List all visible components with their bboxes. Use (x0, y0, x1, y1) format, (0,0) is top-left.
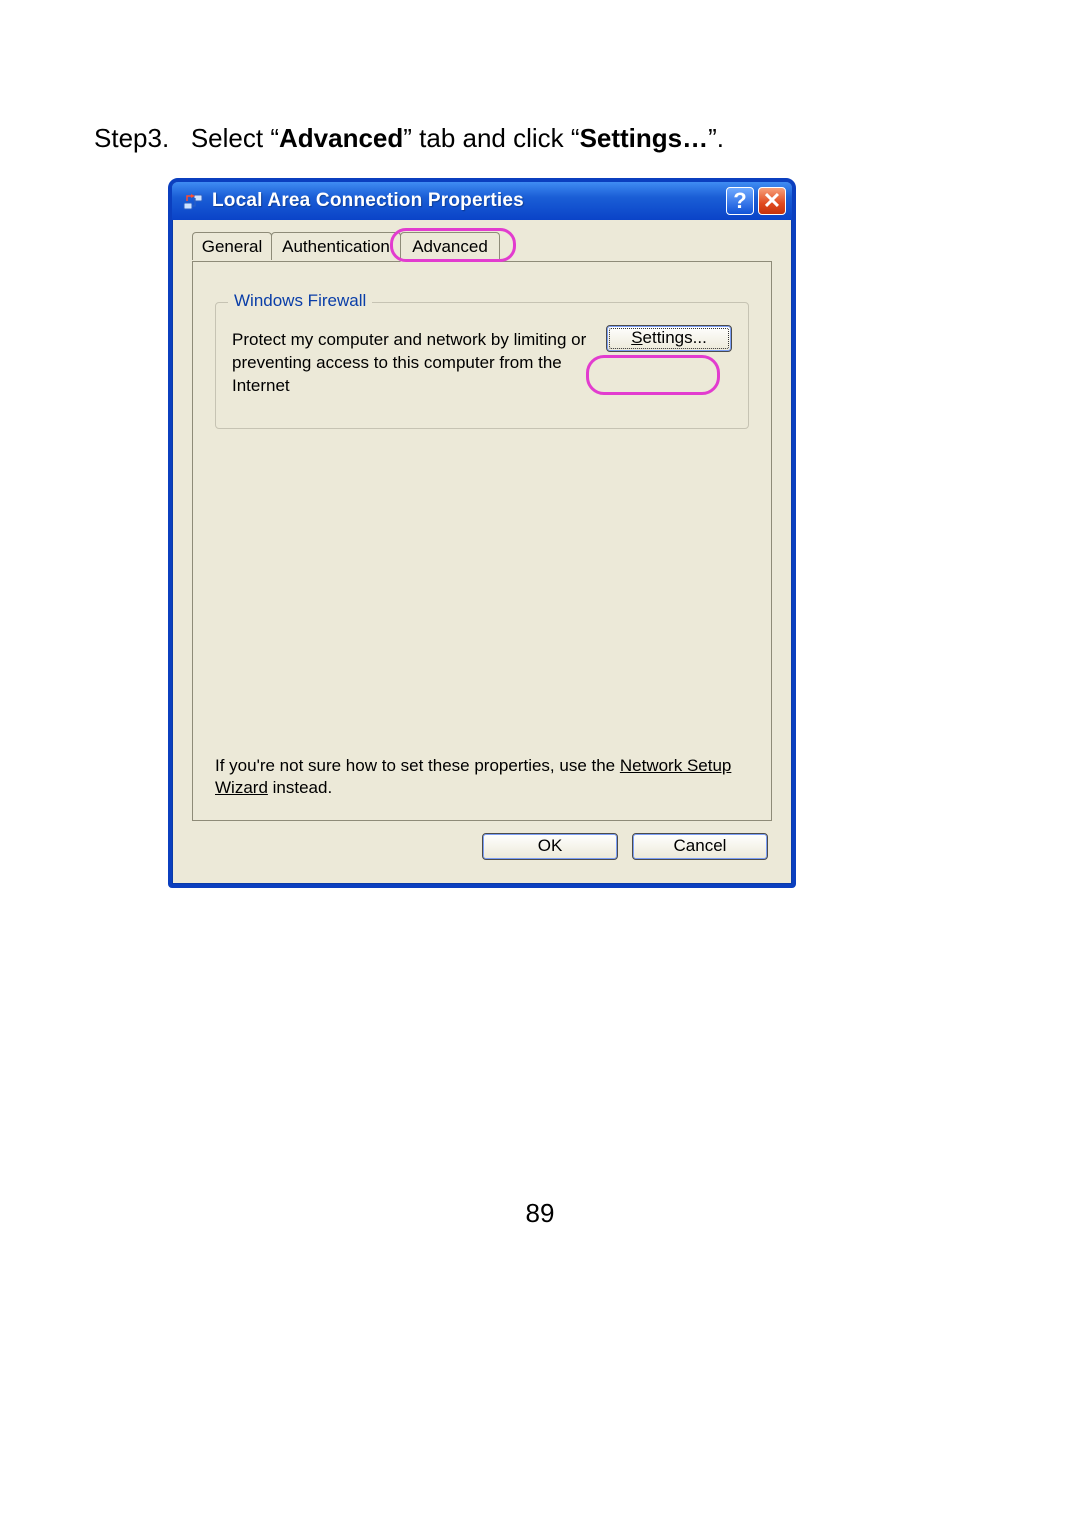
tab-general[interactable]: General (192, 232, 272, 260)
tab-panel-advanced: Windows Firewall Protect my computer and… (192, 261, 772, 821)
groupbox-legend: Windows Firewall (228, 291, 372, 311)
help-button[interactable]: ? (726, 187, 754, 215)
instruction-step: Step3. Select “Advanced” tab and click “… (94, 120, 990, 156)
step-prefix: Step3. (94, 123, 169, 153)
dialog-button-row: OK Cancel (192, 821, 772, 876)
hint-text: If you're not sure how to set these prop… (215, 755, 749, 801)
titlebar[interactable]: Local Area Connection Properties ? ✕ (172, 182, 792, 220)
page-number: 89 (0, 1198, 1080, 1229)
groupbox-windows-firewall: Windows Firewall Protect my computer and… (215, 302, 749, 429)
cancel-button[interactable]: Cancel (632, 833, 768, 860)
close-button[interactable]: ✕ (758, 187, 786, 215)
properties-dialog: Local Area Connection Properties ? ✕ Gen… (168, 178, 796, 888)
window-title: Local Area Connection Properties (212, 190, 722, 212)
close-icon: ✕ (763, 188, 781, 214)
connection-icon (182, 190, 204, 212)
tab-authentication[interactable]: Authentication (271, 232, 401, 260)
tab-advanced[interactable]: Advanced (400, 232, 500, 262)
client-area: General Authentication Advanced Windows … (172, 220, 792, 884)
help-icon: ? (733, 188, 746, 214)
firewall-description: Protect my computer and network by limit… (232, 325, 588, 398)
ok-button[interactable]: OK (482, 833, 618, 860)
tab-strip: General Authentication Advanced (192, 232, 772, 262)
settings-button[interactable]: Settings... (606, 325, 732, 352)
